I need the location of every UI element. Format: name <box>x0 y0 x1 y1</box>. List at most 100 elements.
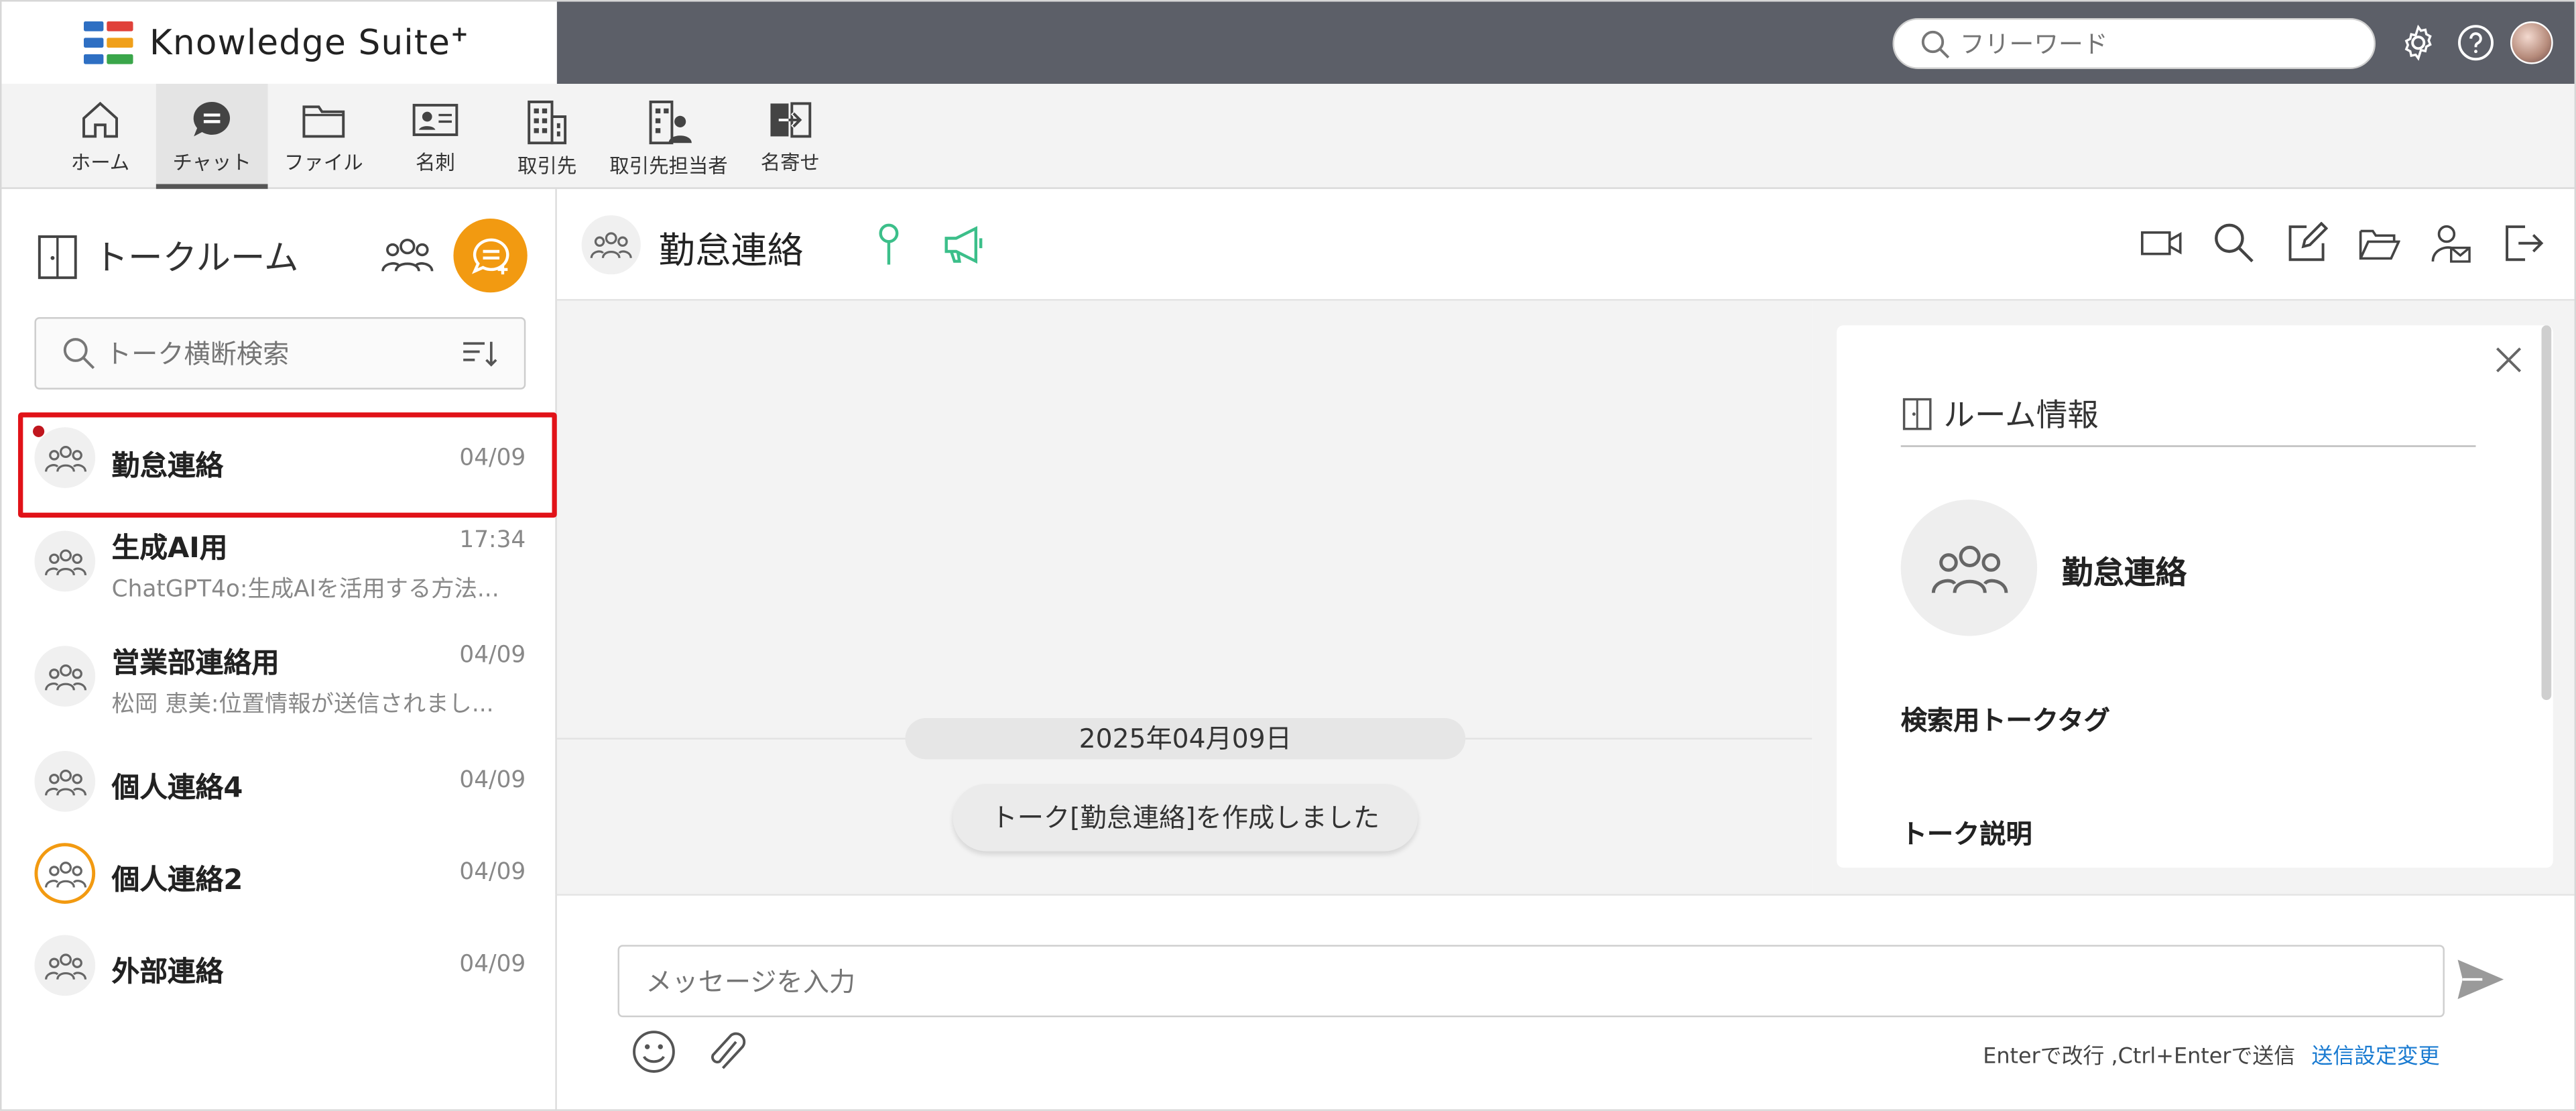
chat-icon <box>193 101 231 137</box>
building-icon <box>528 100 567 145</box>
talk-item-personal4[interactable]: 個人連絡4 04/09 <box>1 736 556 828</box>
date-label: 2025年04月09日 <box>905 718 1466 760</box>
room-info-scrollbar[interactable] <box>2541 325 2552 701</box>
search-icon[interactable] <box>2213 222 2256 265</box>
chat-header-actions <box>2140 221 2545 265</box>
pin-icon[interactable] <box>877 222 900 274</box>
exit-icon[interactable] <box>2502 222 2545 265</box>
send-icon[interactable] <box>2455 955 2507 1010</box>
nav-files[interactable]: ファイル <box>267 84 379 189</box>
group-avatar-icon <box>34 427 96 488</box>
chat-header: 勤怠連絡 <box>556 188 2575 301</box>
talk-room-header: トークルーム <box>34 232 298 282</box>
home-icon <box>82 101 118 138</box>
emoji-icon[interactable] <box>631 1029 677 1081</box>
talk-date: 04/09 <box>459 445 526 472</box>
talk-preview: 松岡 恵美:位置情報が送信されまし... <box>111 691 494 719</box>
members-icon[interactable] <box>379 232 435 284</box>
talk-date: 04/09 <box>459 859 526 886</box>
talk-name: 営業部連絡用 <box>111 647 280 681</box>
send-settings-link[interactable]: 送信設定変更 <box>2311 1039 2439 1070</box>
video-call-icon[interactable] <box>2140 222 2184 265</box>
talk-search[interactable] <box>34 317 526 390</box>
nav-label: 取引先 <box>517 154 577 178</box>
gear-icon[interactable] <box>2397 21 2440 64</box>
nav-contacts[interactable]: 取引先担当者 <box>603 84 734 189</box>
talk-item-ai[interactable]: 生成AI用 17:34 ChatGPT4o:生成AIを活用する方法... <box>1 504 556 620</box>
talk-preview: ChatGPT4o:生成AIを活用する方法... <box>111 577 499 603</box>
folder-open-icon[interactable] <box>2357 222 2400 265</box>
group-avatar-icon <box>34 935 96 996</box>
nav-label: 名刺 <box>416 151 455 174</box>
message-composer: Enterで改行 ,Ctrl+Enterで送信 送信設定変更 <box>556 894 2575 1110</box>
group-avatar-icon <box>34 843 96 904</box>
chat-room-title: 勤怠連絡 <box>658 231 804 273</box>
nav-business-cards[interactable]: 名刺 <box>379 84 491 189</box>
nav-label: チャット <box>172 151 251 174</box>
folder-icon <box>302 105 345 138</box>
room-info-title: ルーム情報 <box>1900 391 2476 447</box>
talk-item-personal2[interactable]: 個人連絡2 04/09 <box>1 828 556 920</box>
brand[interactable]: Knowledge Suite+ <box>1 1 557 84</box>
search-icon <box>1921 30 1950 58</box>
nav-home[interactable]: ホーム <box>44 84 156 189</box>
new-chat-icon <box>471 237 509 274</box>
global-search[interactable] <box>1892 17 2376 69</box>
search-icon <box>63 338 95 369</box>
building-person-icon <box>649 100 692 145</box>
talk-name: 個人連絡4 <box>111 772 243 805</box>
talk-room-title: トークルーム <box>93 238 299 278</box>
talk-name: 個人連絡2 <box>111 864 243 898</box>
chat-messages: 2025年04月09日 トーク[勤怠連絡]を作成しました <box>556 300 1813 894</box>
close-icon[interactable] <box>2494 345 2523 382</box>
user-avatar[interactable] <box>2510 21 2553 64</box>
nav-label: ホーム <box>70 151 130 174</box>
attachment-icon[interactable] <box>703 1029 749 1081</box>
talk-search-input[interactable] <box>105 337 450 369</box>
new-talk-button[interactable] <box>453 218 528 293</box>
member-mail-icon[interactable] <box>2430 222 2473 265</box>
group-avatar-icon <box>581 215 641 275</box>
room-info-wrapper: ルーム情報 勤怠連絡 検索用トークタグ トーク説明 <box>1812 300 2575 894</box>
app-navigation: ホーム チャット ファイル 名刺 取引先 取引先担当者 名寄せ <box>1 83 2575 189</box>
talk-name: 生成AI用 <box>111 532 228 566</box>
talk-date: 17:34 <box>459 527 526 554</box>
app-window: Knowledge Suite+ ホーム チャット ファイル 名刺 <box>0 0 2576 1111</box>
group-avatar-icon <box>34 751 96 812</box>
global-search-input[interactable] <box>1959 28 2355 59</box>
message-input-box[interactable] <box>617 945 2445 1018</box>
room-info-title-text: ルーム情報 <box>1943 398 2099 434</box>
brand-name: Knowledge Suite+ <box>149 23 470 63</box>
merge-icon <box>770 102 812 138</box>
talk-date: 04/09 <box>459 951 526 978</box>
sort-icon[interactable] <box>462 339 498 375</box>
talk-name: 外部連絡 <box>111 956 224 990</box>
announcement-icon[interactable] <box>941 223 987 273</box>
send-hint: Enterで改行 ,Ctrl+Enterで送信 <box>1983 1045 2296 1070</box>
help-icon[interactable] <box>2455 21 2498 64</box>
door-icon <box>38 235 77 280</box>
nav-chat[interactable]: チャット <box>156 83 268 189</box>
talk-item-external[interactable]: 外部連絡 04/09 <box>1 921 556 1012</box>
description-label: トーク説明 <box>1900 818 2032 850</box>
nav-accounts[interactable]: 取引先 <box>491 84 603 189</box>
talk-date: 04/09 <box>459 642 526 669</box>
talk-item-sales[interactable]: 営業部連絡用 04/09 松岡 恵美:位置情報が送信されまし... <box>1 620 556 736</box>
group-avatar-icon <box>34 530 96 592</box>
nav-label: ファイル <box>284 151 363 174</box>
door-icon <box>1902 397 1932 430</box>
room-info-panel: ルーム情報 勤怠連絡 検索用トークタグ トーク説明 <box>1837 325 2553 868</box>
unread-dot <box>33 425 45 437</box>
nav-merge[interactable]: 名寄せ <box>735 84 847 189</box>
message-input[interactable] <box>646 965 2420 997</box>
group-avatar-icon <box>34 646 96 707</box>
tags-label: 検索用トークタグ <box>1900 705 2110 737</box>
group-avatar-icon <box>1900 500 2038 636</box>
nav-label: 取引先担当者 <box>609 154 728 178</box>
system-message: トーク[勤怠連絡]を作成しました <box>953 784 1418 852</box>
talk-room-sidebar: トークルーム 勤怠連絡 04/09 <box>1 188 557 1110</box>
talk-list: 勤怠連絡 04/09 生成AI用 17:34 ChatGPT4o:生成AIを活用… <box>1 412 557 1012</box>
nav-label: 名寄せ <box>760 151 820 174</box>
talk-item-kintai[interactable]: 勤怠連絡 04/09 <box>1 412 557 518</box>
edit-icon[interactable] <box>2285 221 2328 265</box>
